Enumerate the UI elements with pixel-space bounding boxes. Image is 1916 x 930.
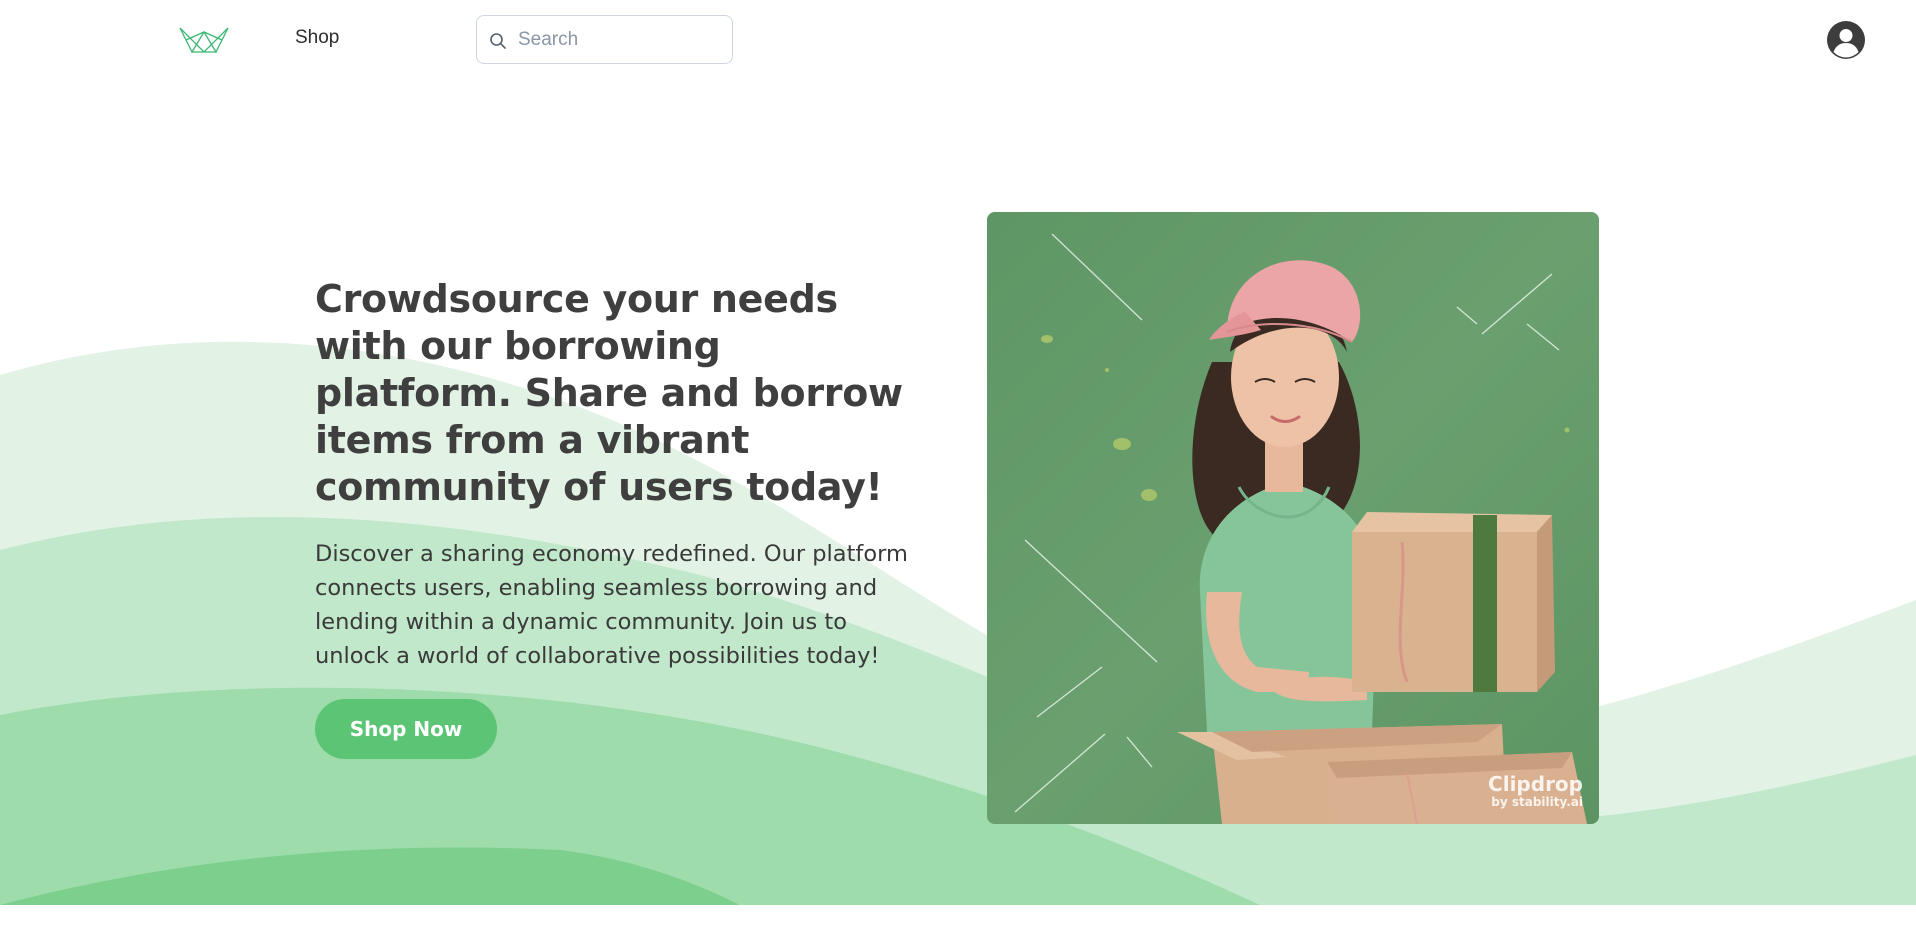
shop-now-button[interactable]: Shop Now (315, 699, 497, 759)
watermark-sub: by stability.ai (1491, 795, 1583, 809)
image-watermark: Clipdrop by stability.ai (1488, 774, 1583, 808)
user-avatar-icon[interactable] (1827, 21, 1865, 59)
hero-text-block: Crowdsource your needs with our borrowin… (315, 276, 915, 673)
hero-description: Discover a sharing economy redefined. Ou… (315, 541, 908, 669)
search-input[interactable] (516, 16, 726, 63)
crown-logo-icon[interactable] (178, 24, 230, 56)
search-box[interactable] (476, 15, 733, 64)
hero-illustration (987, 212, 1599, 824)
watermark-main: Clipdrop (1488, 772, 1583, 796)
background-waves (0, 341, 1916, 905)
search-icon (490, 33, 506, 49)
hero-title: Crowdsource your needs with our borrowin… (315, 277, 903, 509)
hero-image: Clipdrop by stability.ai (987, 212, 1599, 824)
top-navbar: Shop (0, 0, 1916, 80)
nav-link-shop[interactable]: Shop (295, 27, 339, 49)
